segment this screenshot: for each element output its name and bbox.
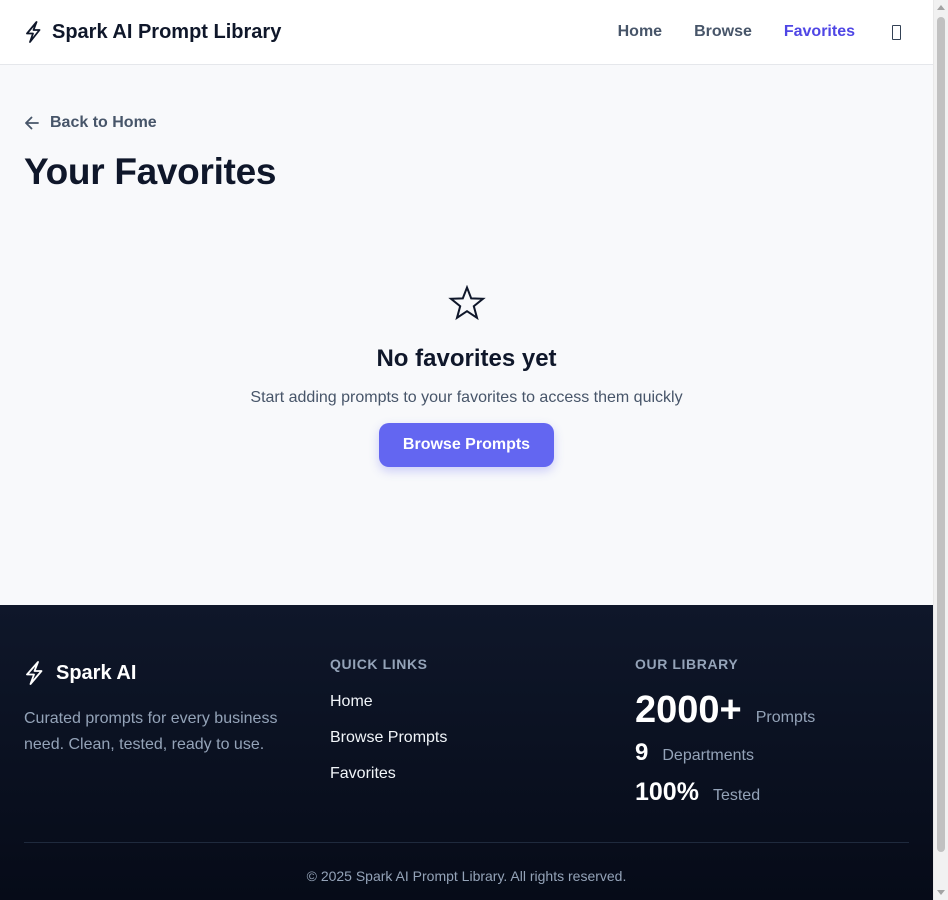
empty-state-subtitle: Start adding prompts to your favorites t… — [250, 389, 683, 406]
site-footer: Spark AI Curated prompts for every busin… — [0, 605, 933, 900]
footer-link-favorites[interactable]: Favorites — [330, 765, 447, 801]
empty-state: No favorites yet Start adding prompts to… — [0, 285, 933, 467]
stat-departments: 9 Departments — [635, 739, 754, 767]
footer-link-home[interactable]: Home — [330, 693, 447, 729]
site-header: Spark AI Prompt Library Home Browse Favo… — [0, 0, 933, 65]
brand-logo-link[interactable]: Spark AI Prompt Library — [24, 21, 281, 44]
scrollbar-thumb[interactable] — [937, 17, 945, 852]
stat-value: 2000+ — [635, 689, 742, 731]
nav-link-favorites[interactable]: Favorites — [784, 23, 855, 41]
footer-divider — [24, 842, 909, 843]
stat-value: 9 — [635, 739, 649, 766]
vertical-scrollbar[interactable] — [933, 0, 948, 900]
nav-link-browse[interactable]: Browse — [694, 23, 752, 41]
browse-prompts-button[interactable]: Browse Prompts — [379, 423, 554, 467]
stat-label: Prompts — [755, 709, 816, 726]
stat-value: 100% — [635, 778, 699, 806]
empty-state-title: No favorites yet — [376, 345, 557, 372]
arrow-left-icon — [25, 116, 39, 130]
stat-tested: 100% Tested — [635, 778, 760, 807]
quick-links-list: Home Browse Prompts Favorites — [330, 693, 447, 801]
page-title: Your Favorites — [24, 151, 277, 192]
browser-viewport: Spark AI Prompt Library Home Browse Favo… — [0, 0, 948, 900]
lightning-bolt-icon — [26, 21, 41, 43]
footer-brand: Spark AI — [24, 661, 136, 685]
star-outline-icon — [447, 285, 486, 321]
main-nav: Home Browse Favorites — [618, 21, 909, 43]
brand-name: Spark AI Prompt Library — [52, 20, 282, 43]
main-content: Back to Home Your Favorites No favorites… — [0, 65, 933, 605]
scroll-up-arrow-icon[interactable] — [937, 5, 945, 10]
back-link-label: Back to Home — [50, 114, 157, 131]
copyright-text: © 2025 Spark AI Prompt Library. All righ… — [306, 868, 627, 884]
nav-link-home[interactable]: Home — [618, 23, 662, 41]
lightning-bolt-icon — [26, 661, 43, 685]
footer-description: Curated prompts for every business need.… — [24, 710, 278, 753]
page: Spark AI Prompt Library Home Browse Favo… — [0, 0, 933, 900]
library-heading: OUR LIBRARY — [635, 656, 739, 672]
stat-prompts: 2000+ Prompts — [635, 689, 815, 732]
theme-toggle-button[interactable] — [885, 21, 907, 43]
back-to-home-link[interactable]: Back to Home — [24, 114, 157, 132]
footer-brand-name: Spark AI — [56, 661, 137, 684]
quick-links-heading: QUICK LINKS — [330, 656, 428, 672]
stat-label: Tested — [712, 787, 761, 804]
stat-label: Departments — [662, 747, 754, 764]
scroll-down-arrow-icon[interactable] — [937, 890, 945, 895]
theme-toggle-icon — [891, 24, 901, 40]
footer-link-browse-prompts[interactable]: Browse Prompts — [330, 729, 447, 765]
